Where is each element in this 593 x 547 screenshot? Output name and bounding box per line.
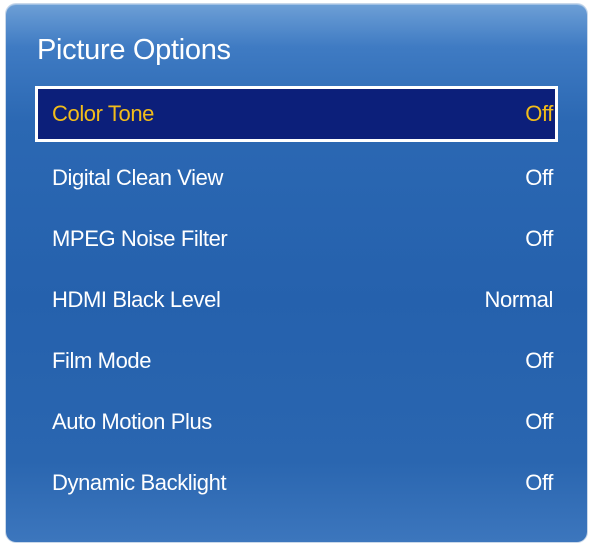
picture-options-panel: Picture Options Color Tone Off Digital C… (6, 4, 587, 542)
menu-item-label: HDMI Black Level (52, 286, 221, 312)
menu-item-value: Off (525, 408, 553, 434)
panel-title: Picture Options (37, 34, 231, 66)
menu-item-value: Normal (484, 286, 554, 312)
menu-item-label: Auto Motion Plus (52, 408, 212, 434)
menu-item-auto-motion-plus[interactable]: Auto Motion Plus Off (35, 391, 558, 452)
menu-item-dynamic-backlight[interactable]: Dynamic Backlight Off (35, 452, 558, 513)
menu-item-value: Off (525, 347, 553, 373)
menu-item-value: Off (525, 469, 553, 495)
menu-item-mpeg-noise-filter[interactable]: MPEG Noise Filter Off (35, 208, 558, 269)
menu-item-value: Off (525, 101, 553, 126)
menu-item-label: Dynamic Backlight (52, 469, 227, 495)
menu-item-film-mode[interactable]: Film Mode Off (35, 330, 558, 391)
menu-item-label: Film Mode (52, 347, 152, 373)
menu-item-digital-clean-view[interactable]: Digital Clean View Off (35, 147, 558, 208)
menu-item-label: MPEG Noise Filter (52, 225, 228, 251)
menu-item-label: Digital Clean View (52, 164, 223, 190)
menu-item-color-tone[interactable]: Color Tone Off (35, 86, 558, 142)
menu-item-label: Color Tone (52, 101, 154, 126)
options-menu: Color Tone Off Digital Clean View Off MP… (35, 86, 558, 513)
menu-item-value: Off (525, 164, 553, 190)
menu-item-hdmi-black-level[interactable]: HDMI Black Level Normal (35, 269, 558, 330)
menu-item-value: Off (525, 225, 553, 251)
